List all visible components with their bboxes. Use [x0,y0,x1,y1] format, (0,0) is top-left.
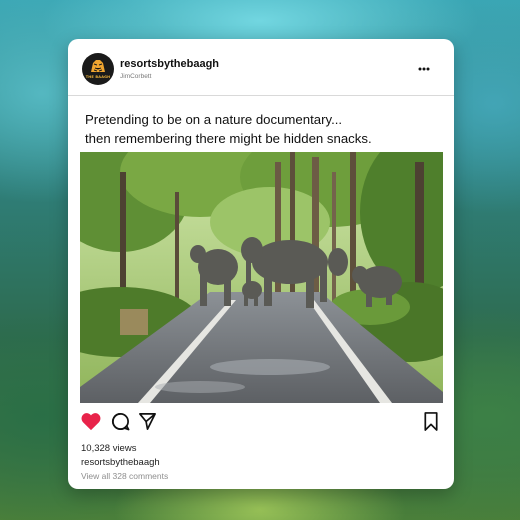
bookmark-icon[interactable] [423,412,439,431]
post-actions [80,411,442,435]
view-comments-link[interactable]: View all 328 comments [81,471,168,481]
post-caption: Pretending to be on a nature documentary… [85,110,445,148]
post-photo[interactable] [80,152,443,403]
comment-icon[interactable] [111,412,130,431]
post-header: THE BAAGH resortsbythebaagh JimCorbett [82,53,440,87]
caption-username[interactable]: resortsbythebaagh [81,457,160,468]
post-card: THE BAAGH resortsbythebaagh JimCorbett P… [68,39,454,489]
header-divider [68,95,454,96]
heart-icon[interactable] [80,411,102,431]
send-icon[interactable] [138,412,157,431]
username[interactable]: resortsbythebaagh [120,58,219,70]
location[interactable]: JimCorbett [120,73,151,80]
tiger-logo-icon [91,60,105,72]
views-count: 10,328 views [81,443,137,454]
caption-line-1: Pretending to be on a nature documentary… [85,112,343,127]
more-icon[interactable] [418,63,430,71]
avatar[interactable]: THE BAAGH [82,53,114,85]
caption-line-2: then remembering there might be hidden s… [85,131,372,146]
elephants-forest-road-image [80,152,443,403]
avatar-brand-text: THE BAAGH [85,75,111,79]
